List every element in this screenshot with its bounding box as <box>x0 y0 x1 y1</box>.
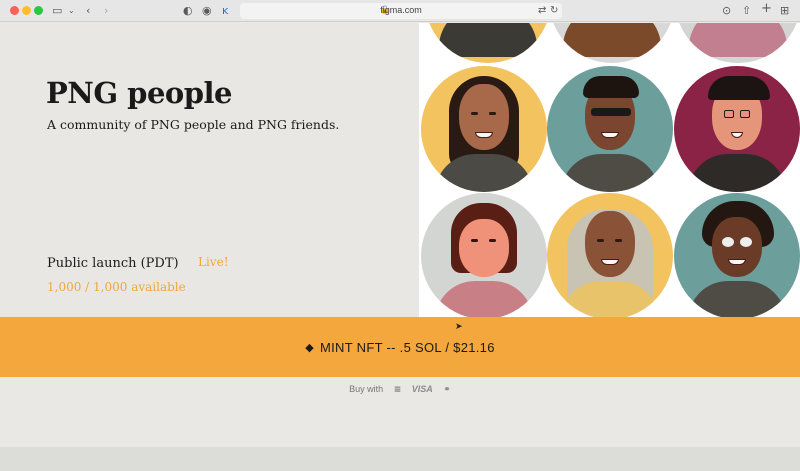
live-status: Live! <box>198 255 229 269</box>
zoom-window-button[interactable] <box>34 6 43 15</box>
close-window-button[interactable] <box>10 6 19 15</box>
avatar-illustration <box>421 66 547 192</box>
diamond-icon: ◆ <box>305 340 314 354</box>
avatar-illustration <box>674 193 800 317</box>
page-subtitle: A community of PNG people and PNG friend… <box>47 117 340 132</box>
forward-arrow-icon[interactable]: › <box>104 3 108 19</box>
avatar-illustration <box>547 193 673 317</box>
translate-icon[interactable]: ⇄ <box>538 3 546 19</box>
share-icon[interactable]: ⇧ <box>742 3 751 19</box>
avatar-illustration <box>425 23 551 63</box>
avatar-illustration <box>549 23 675 63</box>
launch-label: Public launch (PDT) <box>47 256 179 271</box>
hero-section <box>0 23 419 317</box>
availability-count: 1,000 / 1,000 available <box>47 280 186 294</box>
download-icon[interactable]: ⊙ <box>722 3 731 19</box>
visa-icon[interactable]: VISA <box>412 384 433 394</box>
browser-toolbar: ▭ ⌄ ‹ › ◐ ◉ ᴋ 🔒 figma.com ⇄ ↻ ⊙ ⇧ + ⊞ <box>0 0 800 22</box>
sidebar-icon[interactable]: ▭ <box>52 3 62 19</box>
back-arrow-icon[interactable]: ‹ <box>86 3 90 19</box>
solana-icon[interactable]: ≡ <box>394 385 402 395</box>
shield-icon[interactable]: ◐ <box>183 3 193 19</box>
mouse-cursor-icon: ➤ <box>455 322 463 332</box>
address-bar[interactable]: 🔒 figma.com ⇄ ↻ <box>240 3 562 19</box>
avatar-grid <box>419 23 800 317</box>
footer-band <box>0 447 800 471</box>
payment-options: Buy with ≡ VISA ⚭ <box>0 384 800 395</box>
tab-overview-icon[interactable]: ⊞ <box>780 3 789 19</box>
buy-with-label: Buy with <box>349 384 384 394</box>
minimize-window-button[interactable] <box>22 6 31 15</box>
avatar-illustration <box>675 23 800 63</box>
chevron-down-icon[interactable]: ⌄ <box>68 3 75 19</box>
new-tab-icon[interactable]: + <box>761 1 772 17</box>
url-text: figma.com <box>380 5 422 15</box>
avatar-illustration <box>674 66 800 192</box>
reload-icon[interactable]: ↻ <box>550 3 558 19</box>
mint-label: MINT NFT -- .5 SOL / $21.16 <box>320 339 495 355</box>
extension-k-icon[interactable]: ᴋ <box>222 3 228 19</box>
extension-icon[interactable]: ◉ <box>202 3 212 19</box>
mastercard-icon[interactable]: ⚭ <box>443 385 451 395</box>
avatar-illustration <box>421 193 547 317</box>
page-title: PNG people <box>46 76 233 110</box>
avatar-illustration <box>547 66 673 192</box>
mint-nft-button[interactable]: ◆ MINT NFT -- .5 SOL / $21.16 <box>0 317 800 377</box>
